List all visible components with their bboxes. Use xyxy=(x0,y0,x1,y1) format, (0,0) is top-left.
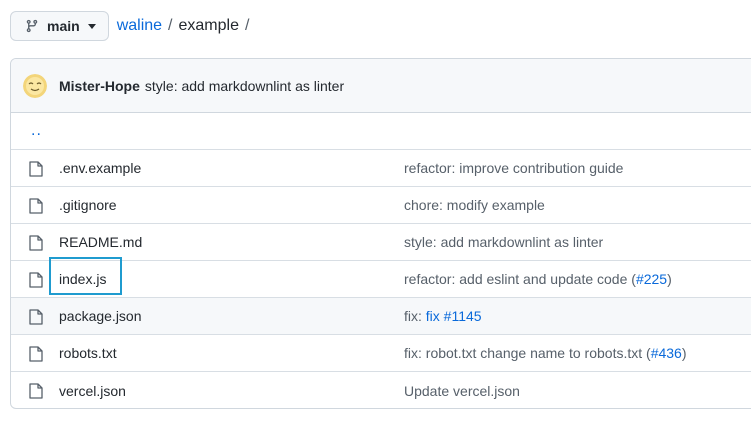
breadcrumb-current-dir: example xyxy=(178,17,239,34)
table-row: README.md style: add markdownlint as lin… xyxy=(11,224,751,261)
file-name-link[interactable]: .env.example xyxy=(59,160,141,176)
file-commit-message[interactable]: fix: fix #1145 xyxy=(404,308,482,324)
file-commit-message[interactable]: chore: modify example xyxy=(404,197,545,213)
topbar: main waline / example / xyxy=(10,10,255,42)
breadcrumb-separator: / xyxy=(244,17,250,34)
commit-link[interactable]: fix xyxy=(426,308,440,324)
file-commit-message[interactable]: refactor: improve contribution guide xyxy=(404,160,623,176)
caret-down-icon xyxy=(87,23,96,29)
file-icon xyxy=(29,346,43,362)
file-commit-message[interactable]: fix: robot.txt change name to robots.txt… xyxy=(404,345,687,361)
branch-selector-button[interactable]: main xyxy=(10,11,109,41)
branch-name: main xyxy=(47,18,80,34)
commit-message-text: fix: xyxy=(404,308,426,324)
table-row: vercel.json Update vercel.json xyxy=(11,372,751,408)
file-name-link[interactable]: package.json xyxy=(59,308,142,324)
file-commit-message[interactable]: Update vercel.json xyxy=(404,383,520,399)
file-icon xyxy=(29,235,43,251)
breadcrumb-repo-link[interactable]: waline xyxy=(117,17,162,35)
commit-author[interactable]: Mister-Hope xyxy=(59,78,140,94)
table-row: .env.example refactor: improve contribut… xyxy=(11,150,751,187)
file-name-link[interactable]: .gitignore xyxy=(59,197,117,213)
parent-directory-link[interactable]: .. xyxy=(11,122,42,140)
latest-commit-bar: Mister-Hope style: add markdownlint as l… xyxy=(11,59,751,113)
git-branch-icon xyxy=(26,19,38,33)
pull-request-link[interactable]: #225 xyxy=(636,271,667,287)
file-name-link[interactable]: vercel.json xyxy=(59,383,126,399)
commit-message[interactable]: style: add markdownlint as linter xyxy=(145,78,344,94)
file-icon xyxy=(29,272,43,288)
file-browser: Mister-Hope style: add markdownlint as l… xyxy=(10,58,751,409)
table-row: .gitignore chore: modify example xyxy=(11,187,751,224)
commit-message-text: ) xyxy=(681,345,687,361)
avatar[interactable] xyxy=(23,73,47,98)
pull-request-link[interactable]: #1145 xyxy=(444,308,482,324)
parent-directory-row[interactable]: .. xyxy=(11,113,751,150)
file-name-link[interactable]: README.md xyxy=(59,234,142,250)
file-icon xyxy=(29,383,43,399)
file-commit-message[interactable]: style: add markdownlint as linter xyxy=(404,234,603,250)
file-name-link[interactable]: robots.txt xyxy=(59,345,117,361)
breadcrumb-separator: / xyxy=(168,17,173,34)
commit-message-text: refactor: add eslint and update code ( xyxy=(404,271,636,287)
breadcrumb: waline / example / xyxy=(117,17,256,35)
pull-request-link[interactable]: #436 xyxy=(651,345,682,361)
table-row: index.js refactor: add eslint and update… xyxy=(11,257,751,298)
commit-message-text: ) xyxy=(667,271,672,287)
file-icon xyxy=(29,309,43,325)
table-row: robots.txt fix: robot.txt change name to… xyxy=(11,335,751,372)
file-name-link[interactable]: index.js xyxy=(59,271,106,287)
commit-message-text: fix: robot.txt change name to robots.txt… xyxy=(404,345,651,361)
file-icon xyxy=(29,198,43,214)
file-commit-message[interactable]: refactor: add eslint and update code (#2… xyxy=(404,271,672,287)
file-icon xyxy=(29,161,43,177)
table-row: package.json fix: fix #1145 xyxy=(11,298,751,335)
